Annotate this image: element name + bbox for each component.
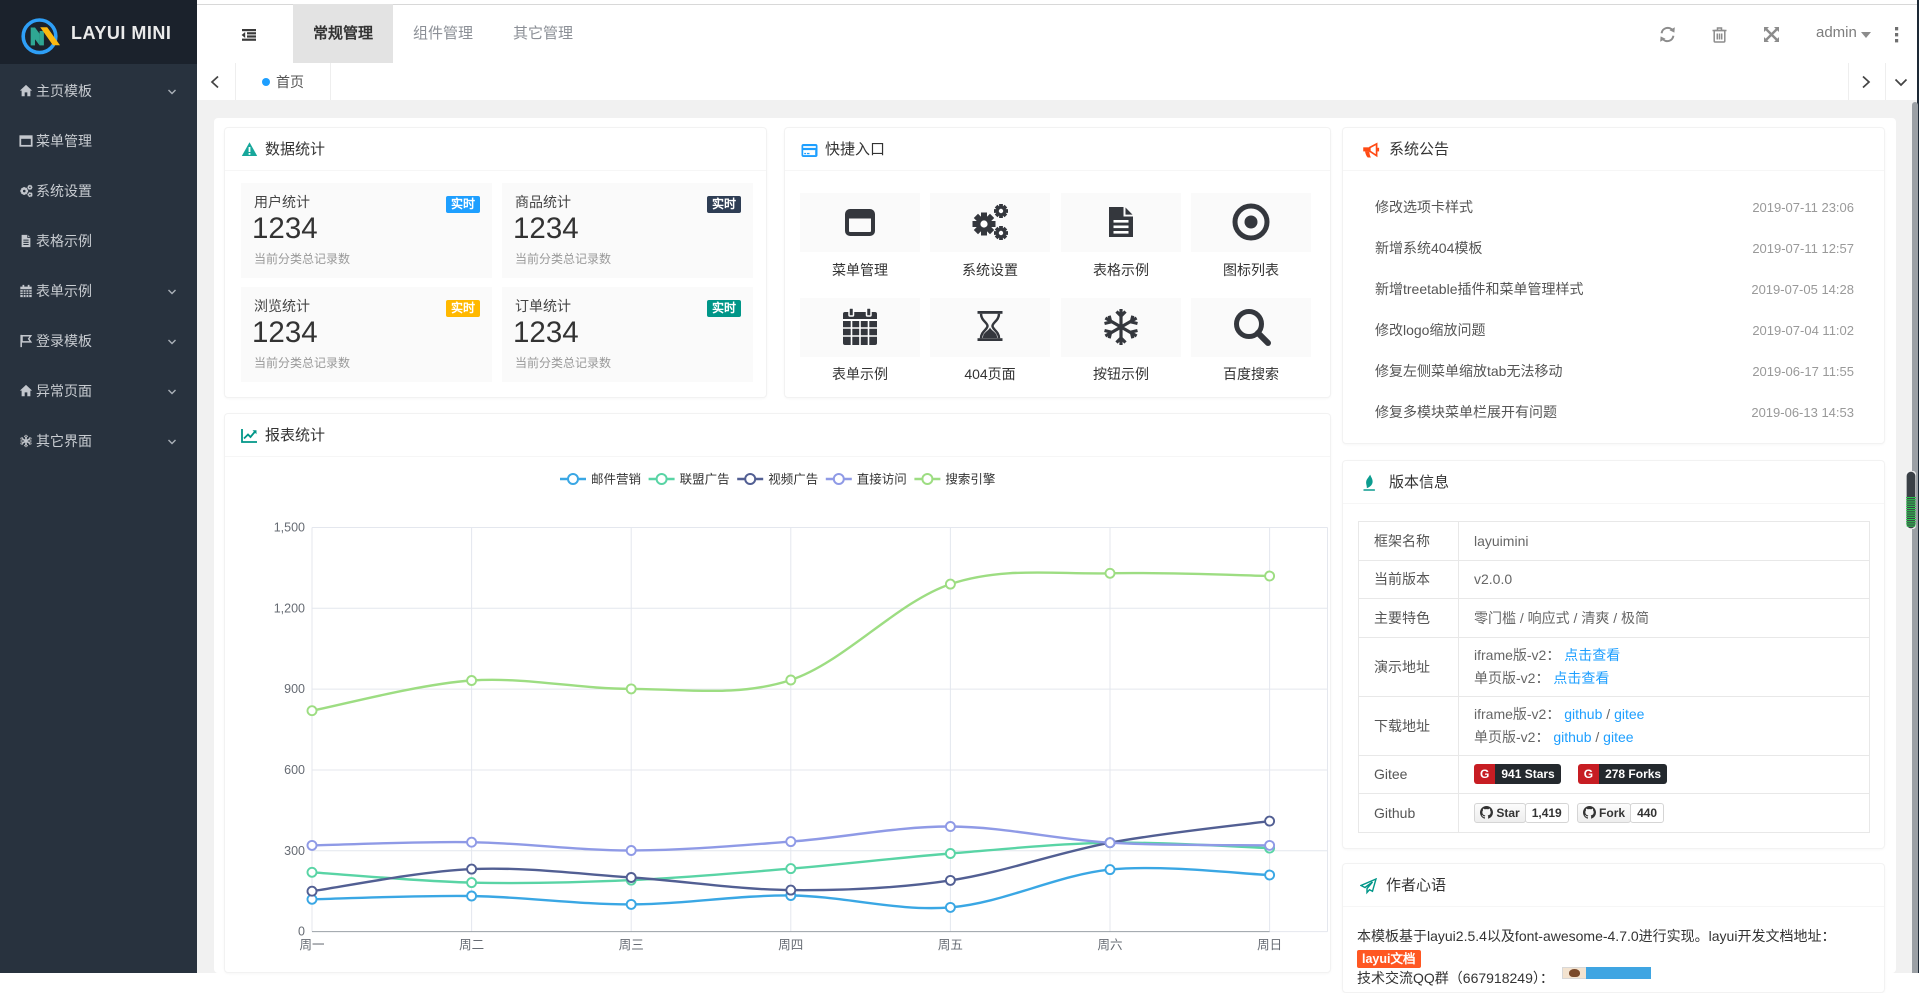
svg-text:周二: 周二 — [459, 938, 484, 952]
svg-text:0: 0 — [298, 925, 305, 939]
svg-text:周一: 周一 — [299, 938, 324, 952]
svg-text:周五: 周五 — [938, 938, 963, 952]
svg-text:周三: 周三 — [619, 938, 644, 952]
svg-text:直接访问: 直接访问 — [857, 472, 907, 487]
svg-text:1,200: 1,200 — [274, 601, 305, 615]
svg-text:周六: 周六 — [1097, 938, 1122, 952]
svg-text:300: 300 — [284, 844, 305, 858]
svg-text:搜索引擎: 搜索引擎 — [945, 472, 995, 487]
svg-text:900: 900 — [284, 682, 305, 696]
svg-text:联盟广告: 联盟广告 — [680, 473, 730, 487]
svg-text:周日: 周日 — [1257, 938, 1282, 952]
svg-text:1,500: 1,500 — [274, 521, 305, 535]
svg-text:视频广告: 视频广告 — [768, 472, 818, 487]
svg-text:邮件营销: 邮件营销 — [591, 473, 641, 487]
svg-text:周四: 周四 — [778, 938, 803, 952]
svg-text:600: 600 — [284, 763, 305, 777]
